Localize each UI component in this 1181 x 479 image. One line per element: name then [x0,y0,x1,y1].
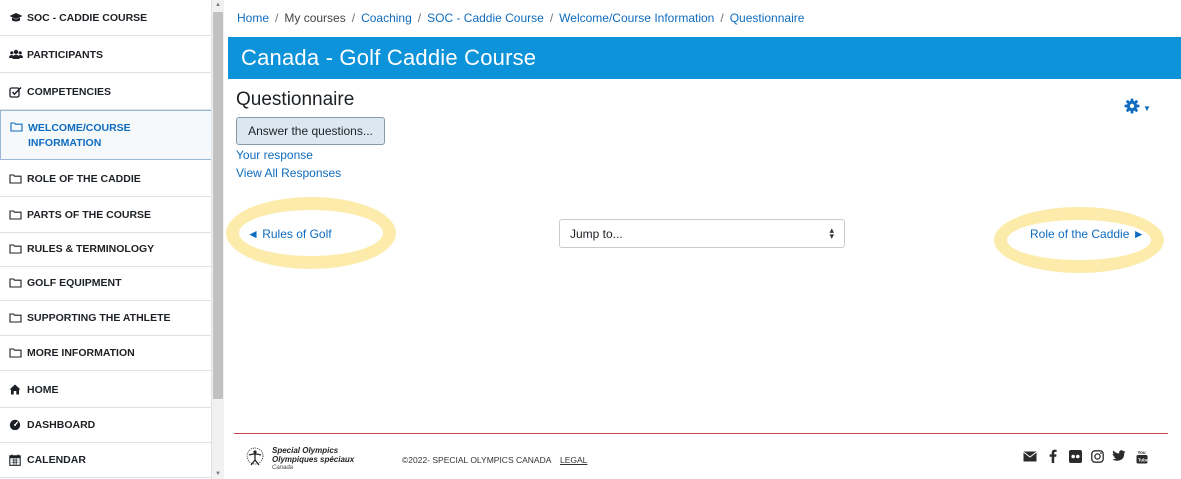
next-activity-link[interactable]: Role of the Caddie ► [1030,227,1145,241]
folder-icon [9,243,27,254]
calendar-icon [9,454,27,466]
scroll-up-arrow-icon[interactable]: ▲ [212,0,224,10]
sidebar-item-label: WELCOME/COURSE INFORMATION [28,122,131,149]
sidebar-item-supporting-the-athlete[interactable]: SUPPORTING THE ATHLETE [0,300,211,336]
users-icon [9,49,27,60]
folder-icon [9,173,27,184]
svg-text:You: You [1138,450,1146,455]
sidebar-item-label: HOME [27,383,59,396]
answer-questions-button[interactable]: Answer the questions... [236,117,385,145]
view-all-responses-link[interactable]: View All Responses [236,166,341,180]
breadcrumb: Home / My courses / Coaching / SOC - Caddie Co… [237,11,805,25]
sidebar-item-role-of-the-caddie[interactable]: ROLE OF THE CADDIE [0,161,211,197]
breadcrumb-home[interactable]: Home [237,11,269,25]
sidebar-item-calendar[interactable]: CALENDAR [0,442,211,478]
course-index-sidebar: SOC - CADDIE COURSE PARTICIPANTS COMPETE… [0,0,212,479]
folder-icon [9,312,27,323]
email-icon[interactable] [1022,448,1038,464]
logo-line-1: Special Olympics [272,446,339,455]
your-response-link[interactable]: Your response [236,148,313,162]
instagram-icon[interactable] [1089,448,1105,464]
breadcrumb-my-courses: My courses [284,11,346,25]
course-title: Canada - Golf Caddie Course [241,45,537,70]
svg-text:Tube: Tube [1138,457,1148,462]
sidebar-item-parts-of-the-course[interactable]: PARTS OF THE COURSE [0,197,211,233]
flickr-icon[interactable] [1067,448,1083,464]
sidebar-item-label: PARTICIPANTS [27,48,104,61]
sidebar-item-soc-caddie-course[interactable]: SOC - CADDIE COURSE [0,0,211,36]
breadcrumb-current[interactable]: Questionnaire [730,11,805,25]
dashboard-icon [9,419,27,430]
sidebar-item-home[interactable]: HOME [0,372,211,408]
sidebar-item-welcome-course-information[interactable]: WELCOME/COURSE INFORMATION [0,110,211,160]
sidebar-item-label: CALENDAR [27,453,86,466]
copyright-text: ©2022- SPECIAL OLYMPICS CANADA [402,455,552,465]
sidebar-item-label: COMPETENCIES [27,85,112,98]
settings-menu-toggle[interactable]: ▼ [1124,98,1151,119]
gear-icon [1124,98,1140,119]
special-olympics-logo[interactable]: Special Olympics Olympiques spéciaux Can… [244,446,354,473]
sidebar-item-label: ROLE OF THE CADDIE [27,172,141,185]
course-header-banner: Canada - Golf Caddie Course [228,37,1181,79]
scroll-down-arrow-icon[interactable]: ▼ [212,469,224,479]
graduation-cap-icon [9,12,27,23]
breadcrumb-section[interactable]: Welcome/Course Information [559,11,714,25]
sidebar-item-label: SUPPORTING THE ATHLETE [27,311,171,324]
jump-to-select[interactable]: Jump to... ▴ ▾ [559,219,845,248]
sidebar-item-competencies[interactable]: COMPETENCIES [0,74,211,110]
page-title: Questionnaire [236,89,355,110]
jump-to-value: Jump to... [570,226,623,241]
sidebar-scrollbar[interactable]: ▲ ▼ [212,0,224,479]
sidebar-item-label: MORE INFORMATION [27,346,135,359]
twitter-icon[interactable] [1111,448,1127,464]
breadcrumb-coaching[interactable]: Coaching [361,11,412,25]
folder-icon [9,209,27,220]
sidebar-item-label: SOC - CADDIE COURSE [27,11,148,24]
checkbox-icon [9,86,27,98]
sidebar-item-label: PARTS OF THE COURSE [27,208,152,221]
breadcrumb-course[interactable]: SOC - Caddie Course [427,11,544,25]
sidebar-item-dashboard[interactable]: DASHBOARD [0,407,211,443]
chevron-down-icon: ▼ [1143,104,1151,113]
youtube-icon[interactable]: You Tube [1134,448,1150,464]
sidebar-item-golf-equipment[interactable]: GOLF EQUIPMENT [0,265,211,301]
select-arrows-icon: ▴ ▾ [829,225,834,241]
previous-activity-link[interactable]: ◄ Rules of Golf [247,227,332,241]
folder-icon [9,277,27,288]
logo-line-2: Olympiques spéciaux [272,455,355,464]
folder-icon [9,347,27,358]
sidebar-item-more-information[interactable]: MORE INFORMATION [0,335,211,371]
home-icon [9,384,27,395]
logo-text: Special Olympics Olympiques spéciaux Can… [272,446,354,473]
scroll-thumb[interactable] [213,12,223,399]
sidebar-item-participants[interactable]: PARTICIPANTS [0,37,211,73]
logo-line-3: Canada [272,465,294,471]
legal-link[interactable]: LEGAL [560,455,587,465]
sidebar-item-rules-terminology[interactable]: RULES & TERMINOLOGY [0,231,211,267]
facebook-icon[interactable] [1045,448,1061,464]
special-olympics-emblem-icon [244,447,266,472]
sidebar-item-label: DASHBOARD [27,418,96,431]
folder-icon [10,121,28,132]
sidebar-item-label: RULES & TERMINOLOGY [27,242,155,255]
footer-divider [234,433,1168,434]
sidebar-item-label: GOLF EQUIPMENT [27,276,122,289]
